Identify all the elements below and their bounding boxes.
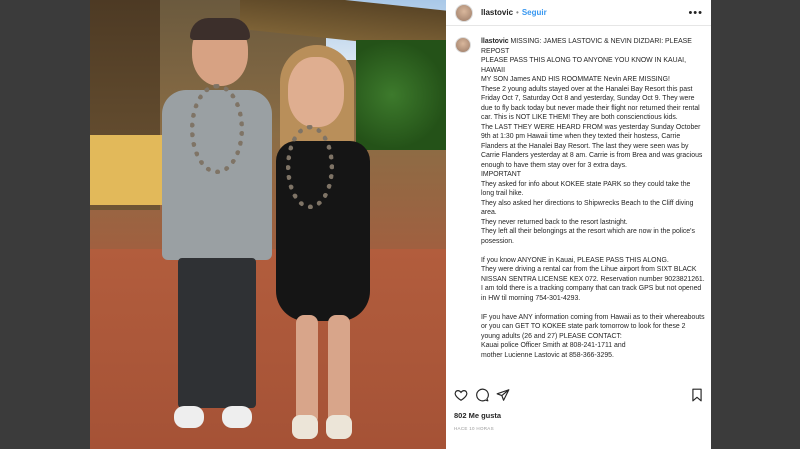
send-icon[interactable] (496, 388, 510, 402)
avatar[interactable] (455, 3, 473, 22)
header-separator: • (516, 8, 519, 17)
bookmark-icon[interactable] (690, 388, 704, 402)
photo-person-woman (268, 45, 388, 445)
caption-username[interactable]: llastovic (481, 38, 509, 45)
caption-avatar[interactable] (455, 37, 471, 53)
photo-person-man (150, 18, 280, 449)
post-side-panel: llastovic • Seguir ••• llastovic MISSING… (446, 0, 711, 449)
comment-icon[interactable] (475, 388, 489, 402)
post-timestamp: HACE 10 HORAS (454, 426, 494, 431)
post-actions (446, 384, 711, 406)
post-photo[interactable] (90, 0, 446, 449)
post-header: llastovic • Seguir ••• (446, 0, 711, 26)
caption-text: llastovic MISSING: JAMES LASTOVIC & NEVI… (481, 37, 705, 360)
follow-button[interactable]: Seguir (522, 8, 547, 17)
heart-icon[interactable] (454, 388, 468, 402)
more-options-icon[interactable]: ••• (688, 7, 703, 19)
likes-count[interactable]: 802 Me gusta (454, 411, 501, 420)
caption-body: MISSING: JAMES LASTOVIC & NEVIN DIZDARI:… (481, 38, 705, 359)
caption-section: llastovic MISSING: JAMES LASTOVIC & NEVI… (446, 30, 711, 382)
header-username[interactable]: llastovic (481, 8, 513, 17)
